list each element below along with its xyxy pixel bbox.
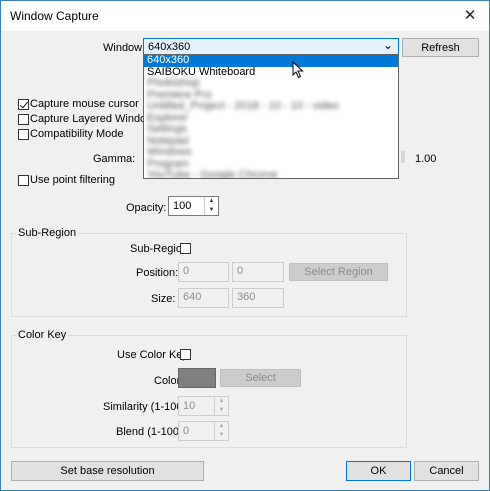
similarity-label: Similarity (1-100): [103, 401, 190, 413]
size-width-field[interactable]: 640 [178, 288, 229, 308]
blend-spinbox[interactable]: 0 ▲ ▼ [178, 421, 229, 441]
color-swatch [178, 368, 216, 388]
spin-down-icon[interactable]: ▼ [215, 431, 228, 440]
opacity-label: Opacity: [126, 202, 167, 214]
dropdown-item[interactable]: Untitled_Project - 2018 - 10 - 10 - vide… [144, 100, 398, 113]
mouse-pointer-icon [292, 61, 304, 79]
position-label: Position: [136, 267, 179, 279]
set-base-resolution-button[interactable]: Set base resolution [11, 461, 204, 481]
dropdown-item[interactable]: 640x360 [144, 55, 398, 67]
window-label: Window: [103, 42, 146, 54]
spin-down-icon[interactable]: ▼ [215, 406, 228, 415]
capture-mouse-cursor-checkbox[interactable] [18, 99, 29, 110]
gamma-slider[interactable] [401, 151, 405, 163]
sub-region-group-title: Sub-Region [16, 227, 79, 239]
refresh-button[interactable]: Refresh [402, 38, 479, 57]
size-label: Size: [151, 293, 176, 305]
use-point-filtering-checkbox[interactable] [18, 175, 29, 186]
chevron-down-icon[interactable]: ⌄ [383, 38, 393, 52]
ok-button[interactable]: OK [346, 461, 411, 481]
opacity-value: 100 [173, 200, 192, 212]
spin-up-icon[interactable]: ▲ [215, 422, 228, 431]
color-select-button[interactable]: Select [220, 369, 301, 387]
select-region-button[interactable]: Select Region [289, 263, 388, 281]
similarity-spinbox[interactable]: 10 ▲ ▼ [178, 396, 229, 416]
capture-mouse-cursor-label: Capture mouse cursor [30, 98, 139, 110]
dropdown-item[interactable]: Settings [144, 123, 398, 136]
compatibility-mode-label: Compatibility Mode [30, 128, 124, 140]
dropdown-item[interactable]: YouTube - Google Chrome [144, 169, 398, 178]
capture-layered-windows-checkbox[interactable] [18, 114, 29, 125]
spin-up-icon[interactable]: ▲ [215, 397, 228, 406]
color-key-group-title: Color Key [16, 329, 69, 341]
use-point-filtering-label: Use point filtering [30, 174, 115, 186]
window-select[interactable]: 640x360 ⌄ [143, 38, 399, 55]
dropdown-item[interactable]: Photoshop [144, 77, 398, 90]
window-select-value: 640x360 [148, 41, 191, 53]
title-bar: Window Capture ✕ [1, 1, 489, 31]
similarity-value: 10 [183, 400, 196, 412]
color-label: Color [154, 375, 181, 387]
close-icon[interactable]: ✕ [461, 6, 479, 24]
window-capture-dialog: Window Capture ✕ Window: 640x360 ⌄ Refre… [0, 0, 490, 491]
gamma-label: Gamma: [93, 153, 136, 165]
blend-label: Blend (1-100): [116, 426, 186, 438]
dropdown-item[interactable]: Windows [144, 146, 398, 159]
use-color-key-checkbox[interactable] [180, 349, 191, 360]
gamma-value: 1.00 [415, 153, 437, 165]
position-x-field[interactable]: 0 [178, 262, 229, 282]
capture-layered-windows-label: Capture Layered Windows [30, 113, 160, 125]
opacity-spinbox[interactable]: 100 ▲ ▼ [168, 196, 219, 216]
window-dropdown-list[interactable]: 640x360 SAIBOKU Whiteboard Photoshop Premie… [143, 54, 399, 179]
spin-up-icon[interactable]: ▲ [205, 197, 218, 206]
size-height-field[interactable]: 360 [232, 288, 284, 308]
sub-region-checkbox[interactable] [180, 243, 191, 254]
position-y-field[interactable]: 0 [232, 262, 284, 282]
cancel-button[interactable]: Cancel [414, 461, 479, 481]
spin-down-icon[interactable]: ▼ [205, 206, 218, 215]
compatibility-mode-checkbox[interactable] [18, 129, 29, 140]
blend-value: 0 [183, 425, 190, 437]
dialog-title: Window Capture [10, 9, 99, 23]
